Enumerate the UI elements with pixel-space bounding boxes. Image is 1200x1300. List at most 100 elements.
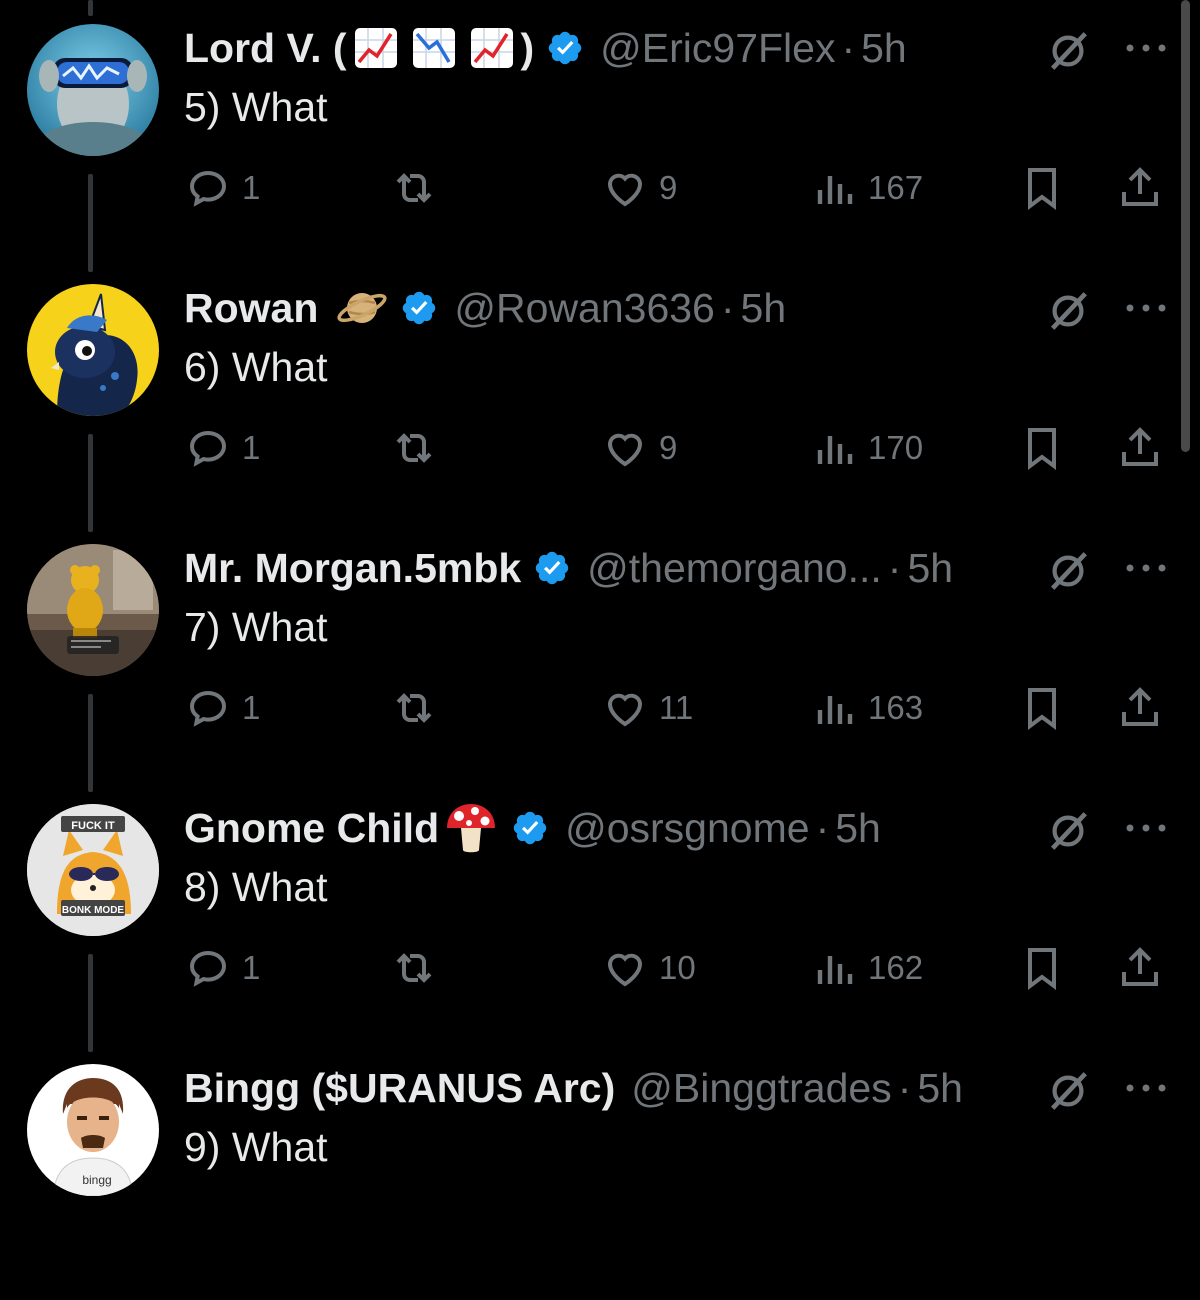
tweet-header: Rowan @Rowan3636 · 5h bbox=[184, 282, 786, 334]
thread-line bbox=[88, 694, 93, 792]
grok-icon[interactable] bbox=[1045, 548, 1091, 594]
verified-icon[interactable] bbox=[400, 289, 438, 327]
avatar[interactable] bbox=[27, 24, 159, 156]
bookmark-button[interactable] bbox=[1018, 678, 1066, 738]
bookmark-button[interactable] bbox=[1018, 418, 1066, 478]
like-count: 9 bbox=[659, 169, 678, 206]
repost-button[interactable] bbox=[390, 418, 438, 478]
share-button[interactable] bbox=[1116, 678, 1164, 738]
share-icon bbox=[1122, 427, 1158, 466]
display-name[interactable]: Mr. Morgan.5mbk bbox=[184, 545, 521, 592]
like-button[interactable]: 11 bbox=[601, 678, 693, 738]
share-icon bbox=[1122, 947, 1158, 986]
like-icon bbox=[607, 693, 643, 727]
verified-icon[interactable] bbox=[511, 809, 549, 847]
share-button[interactable] bbox=[1116, 158, 1164, 218]
views-count: 170 bbox=[868, 429, 924, 466]
share-button[interactable] bbox=[1116, 418, 1164, 478]
avatar[interactable]: bingg bbox=[27, 1064, 159, 1196]
bookmark-icon bbox=[1028, 168, 1056, 210]
more-icon[interactable] bbox=[1124, 38, 1168, 58]
handle[interactable]: @themorgano... bbox=[587, 545, 882, 592]
tweet-item[interactable]: bingg Bingg ($URANUS Arc) @Binggtrades ·… bbox=[0, 1040, 1200, 1300]
views-button[interactable]: 163 bbox=[810, 678, 923, 738]
reply-icon bbox=[189, 170, 227, 207]
views-count: 163 bbox=[868, 689, 924, 726]
display-name[interactable]: Bingg ($URANUS Arc) bbox=[184, 1065, 615, 1112]
share-icon bbox=[1122, 687, 1158, 726]
repost-button[interactable] bbox=[390, 678, 438, 738]
timestamp[interactable]: 5h bbox=[861, 25, 907, 72]
action-bar: 1 11 163 bbox=[184, 678, 1174, 738]
share-icon bbox=[1122, 167, 1158, 206]
grok-icon[interactable] bbox=[1045, 1068, 1091, 1114]
display-name[interactable]: Lord V. ( bbox=[184, 25, 347, 72]
like-icon bbox=[607, 953, 643, 987]
reply-button[interactable]: 1 bbox=[184, 678, 260, 738]
views-button[interactable]: 162 bbox=[810, 938, 923, 998]
planet-emoji-icon bbox=[337, 293, 388, 323]
handle[interactable]: @osrsgnome bbox=[565, 805, 809, 852]
like-button[interactable]: 10 bbox=[601, 938, 696, 998]
share-button[interactable] bbox=[1116, 938, 1164, 998]
bookmark-button[interactable] bbox=[1018, 158, 1066, 218]
tweet-item[interactable]: Lord V. ( ) @Eric97Flex · 5h 5) What 1 9… bbox=[0, 0, 1200, 272]
display-name[interactable]: Rowan bbox=[184, 285, 318, 332]
views-button[interactable]: 170 bbox=[810, 418, 923, 478]
repost-button[interactable] bbox=[390, 158, 438, 218]
more-icon[interactable] bbox=[1124, 818, 1168, 838]
more-icon[interactable] bbox=[1124, 1078, 1168, 1098]
bookmark-icon bbox=[1028, 428, 1056, 470]
reply-button[interactable]: 1 bbox=[184, 938, 260, 998]
like-button[interactable]: 9 bbox=[601, 418, 677, 478]
tweet-header: Gnome Child @osrsgnome · 5h bbox=[184, 802, 881, 854]
reply-count: 1 bbox=[242, 689, 261, 726]
more-icon[interactable] bbox=[1124, 558, 1168, 578]
verified-icon[interactable] bbox=[533, 549, 571, 587]
handle[interactable]: @Rowan3636 bbox=[454, 285, 714, 332]
repost-icon bbox=[396, 953, 432, 983]
tweet-header: Mr. Morgan.5mbk @themorgano... · 5h bbox=[184, 542, 953, 594]
separator-dot: · bbox=[841, 24, 856, 71]
like-count: 11 bbox=[659, 689, 694, 726]
thread-line bbox=[88, 434, 93, 532]
tweet-item[interactable]: FUCK IT BONK MODE Gnome Child @osrsgnome… bbox=[0, 780, 1200, 1052]
handle[interactable]: @Eric97Flex bbox=[600, 25, 835, 72]
grok-icon[interactable] bbox=[1045, 808, 1091, 854]
verified-icon[interactable] bbox=[546, 29, 584, 67]
tweet-item[interactable]: Mr. Morgan.5mbk @themorgano... · 5h 7) W… bbox=[0, 520, 1200, 792]
tweet-header: Bingg ($URANUS Arc) @Binggtrades · 5h bbox=[184, 1062, 963, 1114]
timestamp[interactable]: 5h bbox=[907, 545, 953, 592]
tweet-text: 9) What bbox=[184, 1124, 328, 1170]
like-button[interactable]: 9 bbox=[601, 158, 677, 218]
avatar[interactable] bbox=[27, 544, 159, 676]
display-name-suffix: ) bbox=[520, 24, 535, 71]
display-name[interactable]: Gnome Child bbox=[184, 805, 439, 852]
avatar-caption-top: FUCK IT bbox=[71, 820, 115, 832]
tweet-header: Lord V. ( ) @Eric97Flex · 5h bbox=[184, 22, 907, 74]
avatar[interactable] bbox=[27, 284, 159, 416]
separator-dot: · bbox=[815, 804, 830, 851]
views-button[interactable]: 167 bbox=[810, 158, 923, 218]
chart-up-emoji-icon bbox=[354, 28, 397, 68]
avatar[interactable]: FUCK IT BONK MODE bbox=[27, 804, 159, 936]
action-bar: 1 9 170 bbox=[184, 418, 1174, 478]
tweet-item[interactable]: Rowan @Rowan3636 · 5h 6) What 1 9 170 bbox=[0, 260, 1200, 532]
repost-button[interactable] bbox=[390, 938, 438, 998]
timestamp[interactable]: 5h bbox=[835, 805, 881, 852]
reply-icon bbox=[189, 430, 227, 467]
repost-icon bbox=[396, 433, 432, 463]
reply-icon bbox=[189, 950, 227, 987]
bookmark-button[interactable] bbox=[1018, 938, 1066, 998]
timestamp[interactable]: 5h bbox=[741, 285, 787, 332]
separator-dot: · bbox=[887, 544, 902, 591]
handle[interactable]: @Binggtrades bbox=[631, 1065, 891, 1112]
like-icon bbox=[607, 433, 643, 467]
more-icon[interactable] bbox=[1124, 298, 1168, 318]
grok-icon[interactable] bbox=[1045, 28, 1091, 74]
grok-icon[interactable] bbox=[1045, 288, 1091, 334]
action-bar: 1 10 162 bbox=[184, 938, 1174, 998]
reply-button[interactable]: 1 bbox=[184, 158, 260, 218]
timestamp[interactable]: 5h bbox=[917, 1065, 963, 1112]
reply-button[interactable]: 1 bbox=[184, 418, 260, 478]
